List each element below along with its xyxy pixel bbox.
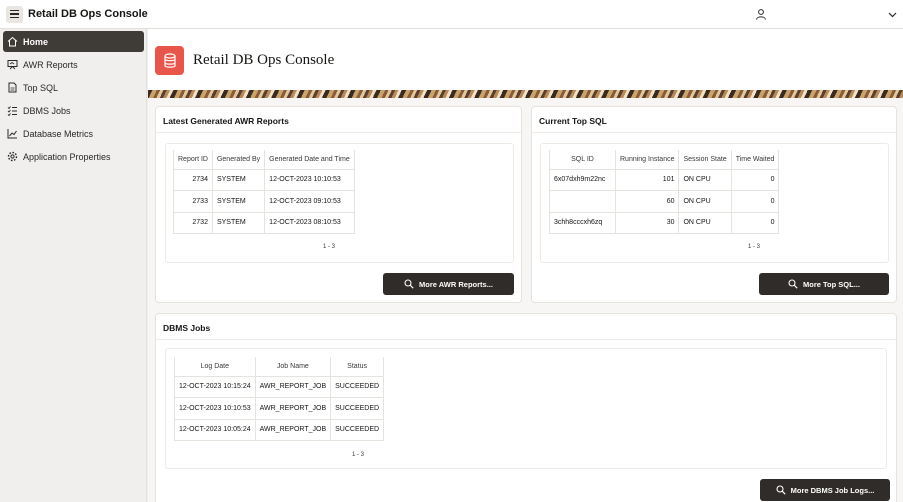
table-row: 12-OCT-2023 10:15:24 AWR_REPORT_JOB SUCCEE… <box>174 375 385 398</box>
sidebar-item-label: Home <box>23 36 49 47</box>
top-sql-report: SQL ID Running Instance Session State Ti… <box>540 143 889 263</box>
sidebar-item-top-sql[interactable]: Top SQL <box>3 77 144 98</box>
sidebar-item-home[interactable]: Home <box>3 31 144 52</box>
pagination-label: 1 - 3 <box>352 452 365 458</box>
region-title: DBMS Jobs <box>163 323 211 333</box>
decorative-pattern <box>148 90 903 98</box>
top-sql-table: SQL ID Running Instance Session State Ti… <box>549 150 780 234</box>
table-row: 2734 SYSTEM 12-OCT-2023 10:10:53 <box>173 168 355 191</box>
sidebar-item-label: Application Properties <box>23 151 111 162</box>
more-awr-reports-button[interactable]: More AWR Reports... <box>383 273 514 295</box>
sidebar-item-label: Top SQL <box>23 82 59 93</box>
table-row: 2733 SYSTEM 12-OCT-2023 09:10:53 <box>173 190 355 213</box>
region-title: Current Top SQL <box>539 116 607 126</box>
awr-reports-region: Latest Generated AWR Reports Report ID G… <box>155 106 522 303</box>
jobs-icon <box>7 106 17 116</box>
user-icon[interactable] <box>755 8 767 20</box>
table-row: 12-OCT-2023 10:10:53 AWR_REPORT_JOB SUCCEE… <box>174 397 385 420</box>
pagination-label: 1 - 3 <box>323 244 336 250</box>
column-header[interactable]: Running Instance <box>614 150 680 170</box>
hamburger-icon[interactable] <box>6 5 23 23</box>
column-header[interactable]: Time Waited <box>730 150 780 170</box>
gear-icon <box>7 151 18 162</box>
more-dbms-job-logs-button[interactable]: More DBMS Job Logs... <box>760 479 890 501</box>
region-title: Latest Generated AWR Reports <box>163 116 289 126</box>
search-icon <box>404 279 414 289</box>
main-content: Retail DB Ops Console Latest Generated A… <box>148 29 903 502</box>
report-icon <box>7 60 18 70</box>
column-header[interactable]: SQL ID <box>549 150 616 170</box>
table-row: 6x07dxh9m22nc 101 ON CPU 0 <box>549 168 780 191</box>
dbms-jobs-report: Log Date Job Name Status 12-OCT-2023 10:… <box>165 348 887 469</box>
chart-icon <box>7 129 17 139</box>
sidebar: Home AWR Reports Top SQL DBMS Jobs Datab… <box>0 29 147 502</box>
app-header: Retail DB Ops Console <box>0 0 903 29</box>
table-row: 3chh8cccxh6zq 30 ON CPU 0 <box>549 211 780 234</box>
page-title: Retail DB Ops Console <box>193 52 335 68</box>
top-sql-region: Current Top SQL SQL ID Running Instance … <box>531 106 897 303</box>
database-icon <box>155 46 184 75</box>
home-icon <box>7 36 18 47</box>
column-header[interactable]: Session State <box>678 150 732 170</box>
column-header[interactable]: Status <box>330 357 385 377</box>
hero-banner: Retail DB Ops Console <box>148 29 903 98</box>
search-icon <box>776 485 786 495</box>
column-header[interactable]: Generated By <box>211 150 266 170</box>
sidebar-item-label: DBMS Jobs <box>23 105 71 116</box>
dbms-jobs-region: DBMS Jobs Log Date Job Name Status 12-OC… <box>155 313 897 502</box>
awr-table: Report ID Generated By Generated Date an… <box>173 150 355 234</box>
column-header[interactable]: Report ID <box>173 150 213 170</box>
awr-report: Report ID Generated By Generated Date an… <box>165 143 514 263</box>
sidebar-item-application-properties[interactable]: Application Properties <box>3 146 144 167</box>
sidebar-item-dbms-jobs[interactable]: DBMS Jobs <box>3 100 144 121</box>
column-header[interactable]: Log Date <box>174 357 256 377</box>
chevron-down-icon[interactable] <box>888 10 897 19</box>
column-header[interactable]: Job Name <box>254 357 332 377</box>
table-row: 60 ON CPU 0 <box>549 190 780 213</box>
more-top-sql-button[interactable]: More Top SQL... <box>759 273 889 295</box>
sidebar-item-awr-reports[interactable]: AWR Reports <box>3 54 144 75</box>
app-title[interactable]: Retail DB Ops Console <box>28 8 148 20</box>
sidebar-item-label: Database Metrics <box>23 128 94 139</box>
table-row: 2732 SYSTEM 12-OCT-2023 08:10:53 <box>173 211 355 234</box>
sidebar-item-database-metrics[interactable]: Database Metrics <box>3 123 144 144</box>
table-row: 12-OCT-2023 10:05:24 AWR_REPORT_JOB SUCCEE… <box>174 418 385 441</box>
search-icon <box>788 279 798 289</box>
dbms-jobs-table: Log Date Job Name Status 12-OCT-2023 10:… <box>174 357 385 441</box>
sidebar-item-label: AWR Reports <box>23 59 78 70</box>
sql-icon <box>8 82 17 93</box>
pagination-label: 1 - 3 <box>748 244 761 250</box>
column-header[interactable]: Generated Date and Time <box>264 150 355 170</box>
